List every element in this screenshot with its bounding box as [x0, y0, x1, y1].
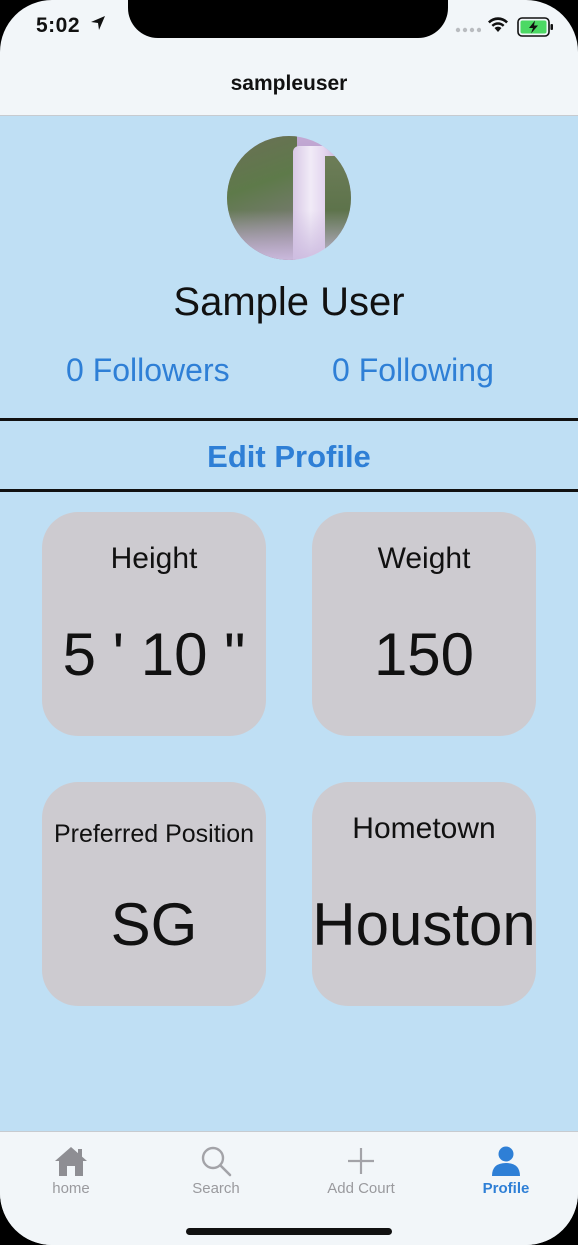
- plus-icon: [348, 1148, 374, 1174]
- status-bar: 5:02: [0, 0, 578, 60]
- profile-content: Sample User 0 Followers 0 Following Edit…: [0, 116, 578, 1131]
- stat-label: Hometown: [352, 812, 496, 845]
- stat-label: Weight: [377, 542, 471, 575]
- stat-card-position: Preferred Position SG: [42, 782, 266, 1006]
- tab-home[interactable]: home: [16, 1144, 126, 1197]
- stat-card-weight: Weight 150: [312, 512, 536, 736]
- nav-title: sampleuser: [230, 72, 348, 95]
- stat-label: Preferred Position: [53, 820, 255, 848]
- following-link[interactable]: 0 Following: [332, 352, 494, 389]
- tab-profile[interactable]: Profile: [451, 1144, 561, 1197]
- tab-label: home: [52, 1180, 90, 1197]
- tab-label: Add Court: [327, 1180, 395, 1197]
- person-icon: [492, 1146, 520, 1176]
- house-icon: [55, 1147, 87, 1176]
- tab-search[interactable]: Search: [161, 1144, 271, 1197]
- tab-add-court[interactable]: Add Court: [306, 1144, 416, 1197]
- notch: [128, 0, 448, 38]
- stat-card-height: Height 5 ' 10 ": [42, 512, 266, 736]
- stat-value: SG: [110, 891, 198, 958]
- magnifier-icon: [201, 1146, 232, 1177]
- navigation-bar: sampleuser: [0, 60, 578, 116]
- tab-label: Search: [192, 1180, 240, 1197]
- location-arrow-icon: [91, 16, 105, 30]
- wifi-icon: [488, 17, 508, 32]
- edit-profile-button[interactable]: Edit Profile: [0, 439, 578, 475]
- avatar-image-mist: [227, 210, 351, 260]
- tab-label: Profile: [482, 1180, 530, 1197]
- status-time: 5:02: [36, 14, 81, 37]
- stat-value: Houston: [312, 891, 536, 958]
- stat-value: 5 ' 10 ": [62, 621, 246, 688]
- followers-link[interactable]: 0 Followers: [66, 352, 230, 389]
- battery-charging-icon: [517, 17, 553, 37]
- stat-card-hometown: Hometown Houston: [312, 782, 536, 1006]
- phone-screen: 5:02 sampleuser Sample User 0 Followers …: [0, 0, 578, 1245]
- edit-profile-bar: Edit Profile: [0, 418, 578, 492]
- stat-value: 150: [373, 621, 475, 688]
- avatar[interactable]: [227, 136, 351, 260]
- home-indicator[interactable]: [186, 1228, 392, 1235]
- signal-icon: [455, 27, 481, 33]
- profile-name: Sample User: [173, 280, 405, 324]
- stat-label: Height: [110, 542, 198, 575]
